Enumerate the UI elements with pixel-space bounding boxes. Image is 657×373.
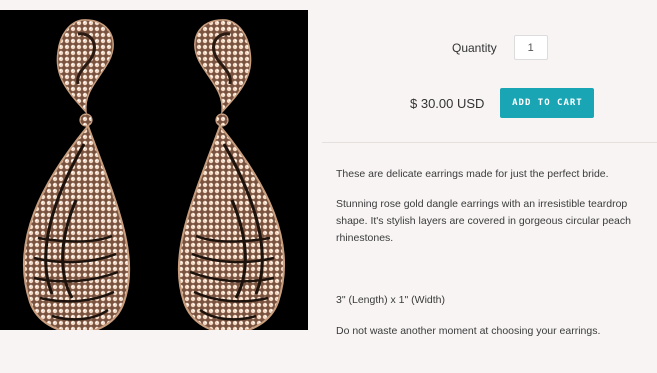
description-paragraph: These are delicate earrings made for jus…	[336, 168, 609, 180]
quantity-label: Quantity	[452, 40, 497, 55]
divider	[322, 142, 657, 143]
add-to-cart-button[interactable]: ADD TO CART	[500, 88, 595, 118]
description-paragraph: Stunning rose gold dangle earrings with …	[336, 198, 631, 244]
quantity-input[interactable]	[513, 35, 548, 60]
quantity-row: Quantity	[452, 35, 548, 60]
price-row: $ 30.00 USD ADD TO CART	[410, 88, 595, 118]
price: $ 30.00 USD	[410, 95, 485, 111]
dimensions-text: 3" (Length) x 1" (Width)	[336, 294, 445, 306]
description-paragraph: Do not waste another moment at choosing …	[336, 325, 601, 337]
product-image	[0, 10, 308, 330]
